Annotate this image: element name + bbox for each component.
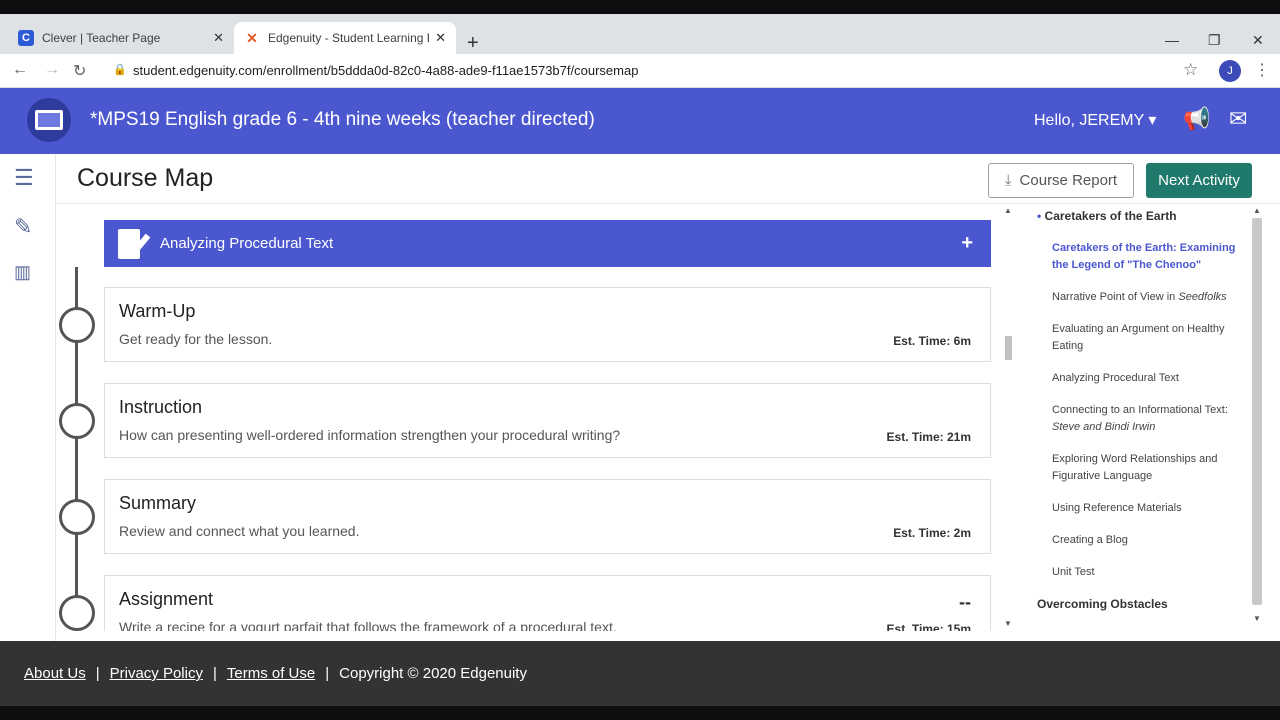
bookmark-star-icon[interactable]: ☆ (1183, 60, 1198, 80)
copyright-text: Copyright © 2020 Edgenuity (339, 665, 527, 682)
course-report-label: Course Report (1019, 172, 1118, 189)
summary-status-circle (59, 499, 95, 535)
window-bottom-edge (0, 706, 1280, 720)
footer-separator: | (325, 665, 330, 682)
activity-est-time: Est. Time: 15m (886, 622, 971, 631)
activity-card-summary[interactable]: Summary Review and connect what you lear… (104, 479, 991, 554)
minimize-icon[interactable]: — (1165, 32, 1179, 48)
outline-scrollbar[interactable]: ▲ ▼ (1250, 206, 1264, 628)
activity-est-time: Est. Time: 6m (893, 334, 971, 348)
privacy-policy-link[interactable]: Privacy Policy (110, 665, 203, 682)
browser-tab-strip: C Clever | Teacher Page ✕ ✕ Edgenuity - … (0, 14, 1280, 54)
outline-lesson[interactable]: Creating a Blog (1052, 532, 1252, 549)
url-field[interactable]: student.edgenuity.com/enrollment/b5ddda0… (133, 63, 638, 78)
activity-est-time: Est. Time: 2m (893, 526, 971, 540)
outline-lesson[interactable]: Connecting to an Informational Text: Ste… (1052, 402, 1252, 436)
expand-plus-icon[interactable]: + (961, 232, 973, 255)
activity-title: Assignment (119, 589, 214, 609)
close-tab-icon[interactable]: ✕ (213, 30, 224, 46)
tab-title: Clever | Teacher Page (42, 31, 161, 45)
back-icon[interactable]: ← (12, 61, 28, 79)
lesson-title: Analyzing Procedural Text (160, 235, 334, 252)
outline-unit-next[interactable]: Overcoming Obstacles (1037, 596, 1168, 613)
activity-title: Summary (119, 493, 197, 513)
new-tab-icon[interactable]: + (467, 32, 479, 55)
footer: About Us | Privacy Policy | Terms of Use… (0, 641, 1280, 706)
address-bar-row: ← → ↻ 🔒 student.edgenuity.com/enrollment… (0, 54, 1280, 88)
scroll-thumb[interactable] (1005, 336, 1012, 360)
activity-description: Write a recipe for a yogurt parfait that… (119, 619, 617, 631)
instruction-status-circle (59, 403, 95, 439)
activity-card-warmup[interactable]: Warm-Up Get ready for the lesson. Est. T… (104, 287, 991, 362)
course-outline: • Caretakers of the Earth Caretakers of … (1028, 208, 1264, 631)
clever-favicon-icon: C (18, 30, 34, 46)
forward-icon[interactable]: → (44, 61, 60, 79)
outline-unit-current[interactable]: • Caretakers of the Earth (1037, 208, 1177, 225)
activity-score: -- (959, 592, 971, 612)
edgenuity-logo[interactable] (27, 98, 71, 142)
lesson-header-bar[interactable]: Analyzing Procedural Text + (104, 220, 991, 267)
activity-description: Get ready for the lesson. (119, 331, 273, 347)
course-report-button[interactable]: ⤓ Course Report (988, 163, 1134, 198)
outline-lesson[interactable]: Exploring Word Relationships and Figurat… (1052, 451, 1252, 485)
outline-lesson[interactable]: Unit Test (1052, 564, 1252, 581)
course-map-list-icon[interactable]: ☰ (14, 165, 34, 191)
outline-lesson[interactable]: Caretakers of the Earth: Examining the L… (1052, 240, 1252, 274)
profile-avatar[interactable]: J (1219, 60, 1241, 82)
page-title: Course Map (77, 164, 214, 192)
reload-icon[interactable]: ↻ (73, 61, 86, 81)
scroll-down-arrow-icon[interactable]: ▼ (1253, 614, 1261, 623)
download-icon: ⤓ (1004, 172, 1012, 189)
activity-title: Warm-Up (119, 301, 196, 321)
scroll-thumb[interactable] (1252, 218, 1262, 605)
user-menu[interactable]: Hello, JEREMY ▾ (1034, 110, 1156, 130)
tab-clever[interactable]: C Clever | Teacher Page ✕ (8, 22, 234, 54)
outline-lesson[interactable]: Using Reference Materials (1052, 500, 1252, 517)
tab-title: Edgenuity - Student Learning Exp (268, 31, 429, 45)
footer-separator: | (95, 665, 100, 682)
next-activity-button[interactable]: Next Activity (1146, 163, 1252, 198)
terms-of-use-link[interactable]: Terms of Use (227, 665, 315, 682)
close-window-icon[interactable]: ✕ (1252, 32, 1264, 49)
procedural-text-icon (116, 227, 152, 261)
scroll-up-arrow-icon[interactable]: ▲ (1004, 206, 1012, 215)
about-us-link[interactable]: About Us (24, 665, 86, 682)
progress-chart-icon[interactable]: ▥ (14, 262, 31, 283)
course-title: *MPS19 English grade 6 - 4th nine weeks … (90, 109, 595, 130)
activity-title: Instruction (119, 397, 203, 417)
window-top-edge (0, 0, 1280, 14)
app-header: *MPS19 English grade 6 - 4th nine weeks … (0, 88, 1280, 154)
lock-icon: 🔒 (113, 64, 127, 76)
close-tab-icon[interactable]: ✕ (435, 30, 446, 46)
restore-icon[interactable]: ❐ (1208, 32, 1221, 49)
tab-edgenuity[interactable]: ✕ Edgenuity - Student Learning Exp ✕ (234, 22, 456, 54)
activity-est-time: Est. Time: 21m (886, 430, 971, 444)
activity-card-assignment[interactable]: Assignment -- Write a recipe for a yogur… (104, 575, 991, 631)
activity-card-instruction[interactable]: Instruction How can presenting well-orde… (104, 383, 991, 458)
announcements-megaphone-icon[interactable]: 📢 (1183, 106, 1210, 132)
browser-menu-icon[interactable]: ⋮ (1254, 60, 1270, 80)
scroll-up-arrow-icon[interactable]: ▲ (1253, 206, 1261, 215)
assignment-status-circle (59, 595, 95, 631)
mail-icon[interactable]: ✉ (1229, 106, 1247, 132)
outline-lesson[interactable]: Evaluating an Argument on Healthy Eating (1052, 321, 1252, 355)
edgenuity-favicon-icon: ✕ (246, 29, 258, 46)
activity-description: How can presenting well-ordered informat… (119, 427, 621, 443)
edit-notes-icon[interactable]: ✎ (14, 214, 32, 240)
outline-lesson[interactable]: Narrative Point of View in Seedfolks (1052, 289, 1252, 306)
scroll-down-arrow-icon[interactable]: ▼ (1004, 619, 1012, 628)
outline-lesson[interactable]: Analyzing Procedural Text (1052, 370, 1252, 387)
left-sidebar: ☰ ✎ ▥ (0, 154, 56, 641)
lesson-content: Analyzing Procedural Text + Warm-Up Get … (56, 204, 1016, 631)
content-scrollbar[interactable]: ▲ ▼ (1002, 206, 1014, 629)
footer-separator: | (212, 665, 217, 682)
activity-description: Review and connect what you learned. (119, 523, 360, 539)
warmup-status-circle (59, 307, 95, 343)
main-panel: Course Map ⤓ Course Report Next Activity… (56, 154, 1280, 641)
